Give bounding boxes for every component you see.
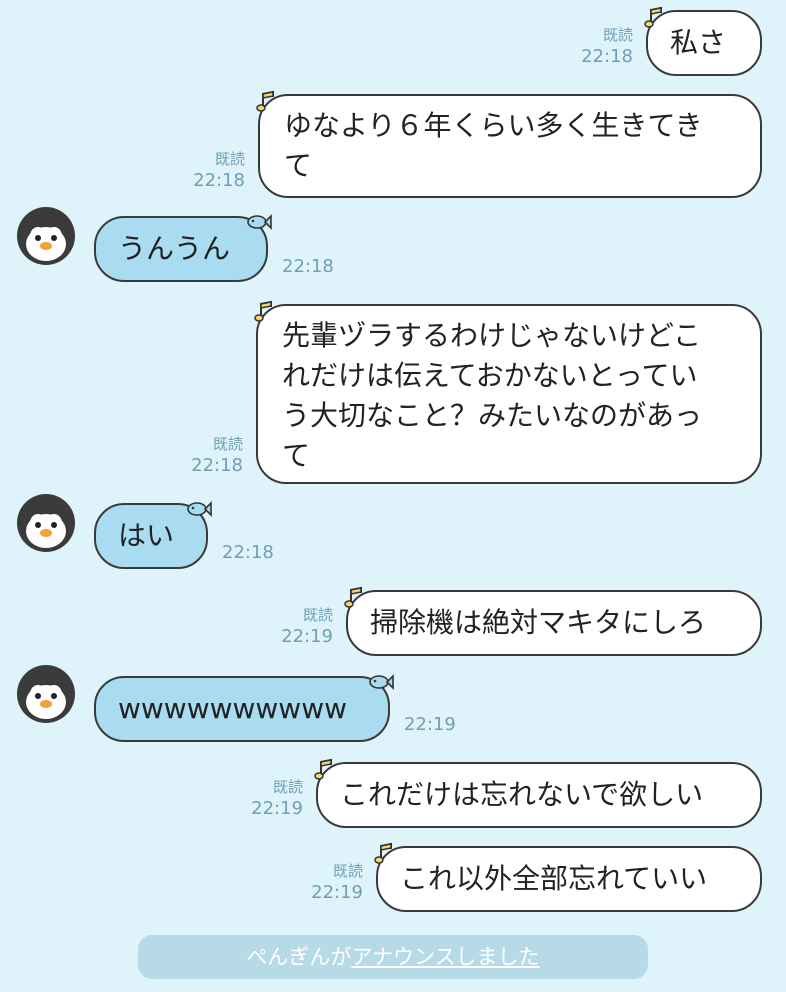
message-text: うんうん bbox=[118, 232, 231, 265]
message-time: 22:18 bbox=[581, 46, 633, 67]
read-receipt: 既読 bbox=[214, 150, 245, 168]
message-text: これ以外全部忘れていい bbox=[400, 862, 708, 895]
announcement-banner[interactable]: ぺんぎんがアナウンスしました bbox=[138, 935, 648, 979]
announcement-prefix: ぺんぎんが bbox=[246, 945, 352, 969]
message-text: 掃除機は絶対マキタにしろ bbox=[370, 606, 707, 639]
fish-icon bbox=[368, 672, 394, 692]
music-note-icon bbox=[343, 585, 367, 609]
music-note-icon bbox=[373, 841, 397, 865]
message-text: はい bbox=[118, 519, 175, 552]
music-note-icon bbox=[253, 299, 277, 323]
message-meta: 既読 22:18 bbox=[168, 433, 243, 477]
announcement-link[interactable]: アナウンスしました bbox=[351, 945, 539, 969]
message-time: 22:18 bbox=[222, 542, 274, 563]
fish-icon bbox=[186, 499, 212, 519]
read-receipt: 既読 bbox=[302, 606, 333, 624]
outgoing-message-bubble[interactable]: 掃除機は絶対マキタにしろ bbox=[346, 590, 762, 656]
message-text: 私さ bbox=[670, 26, 727, 59]
outgoing-message-bubble[interactable]: これだけは忘れないで欲しい bbox=[316, 762, 762, 828]
message-text: これだけは忘れないで欲しい bbox=[340, 778, 704, 811]
penguin-avatar-icon[interactable] bbox=[16, 664, 76, 724]
read-receipt: 既読 bbox=[332, 862, 363, 880]
read-receipt: 既読 bbox=[212, 435, 243, 453]
fish-icon bbox=[246, 212, 272, 232]
message-time: 22:18 bbox=[193, 170, 245, 191]
message-meta: 既読 22:19 bbox=[228, 776, 303, 820]
message-meta: 既読 22:19 bbox=[288, 860, 363, 904]
penguin-avatar-icon[interactable] bbox=[16, 493, 76, 553]
message-time: 22:19 bbox=[404, 714, 456, 735]
message-text: ゆなより６年くらい多く生きてき て bbox=[284, 109, 703, 182]
message-time: 22:19 bbox=[311, 882, 363, 903]
message-time: 22:18 bbox=[191, 455, 243, 476]
message-time: 22:18 bbox=[282, 256, 334, 277]
read-receipt: 既読 bbox=[272, 778, 303, 796]
penguin-avatar-icon[interactable] bbox=[16, 206, 76, 266]
message-text: wwwwwwwwww bbox=[118, 692, 348, 725]
message-text: 先輩ヅラするわけじゃないけどこ れだけは伝えておかないとってい う大切なこと？み… bbox=[282, 319, 703, 472]
music-note-icon bbox=[643, 5, 667, 29]
outgoing-message-bubble[interactable]: 先輩ヅラするわけじゃないけどこ れだけは伝えておかないとってい う大切なこと？み… bbox=[256, 304, 762, 484]
message-meta: 既読 22:19 bbox=[258, 604, 333, 648]
music-note-icon bbox=[313, 757, 337, 781]
message-meta: 既読 22:18 bbox=[560, 24, 633, 68]
incoming-message-bubble[interactable]: wwwwwwwwww bbox=[94, 676, 390, 742]
outgoing-message-bubble[interactable]: これ以外全部忘れていい bbox=[376, 846, 762, 912]
message-time: 22:19 bbox=[251, 798, 303, 819]
message-meta: 既読 22:18 bbox=[170, 148, 245, 192]
outgoing-message-bubble[interactable]: ゆなより６年くらい多く生きてき て bbox=[258, 94, 762, 198]
message-time: 22:19 bbox=[281, 626, 333, 647]
incoming-message-bubble[interactable]: うんうん bbox=[94, 216, 268, 282]
read-receipt: 既読 bbox=[602, 26, 633, 44]
music-note-icon bbox=[255, 89, 279, 113]
